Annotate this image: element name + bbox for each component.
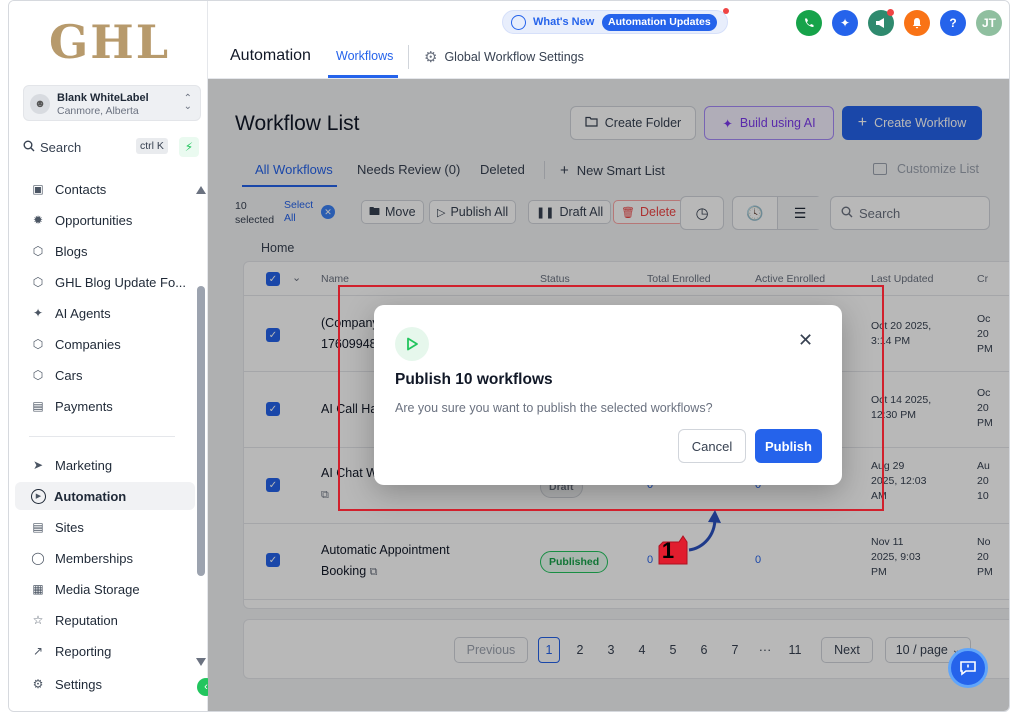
sidebar-item-label: Companies <box>55 336 121 352</box>
annotation-arrow-head <box>708 510 721 523</box>
megaphone-icon[interactable] <box>868 9 894 36</box>
contacts-icon: ▣ <box>32 182 44 196</box>
sidebar-scrollbar[interactable] <box>196 186 206 666</box>
help-icon[interactable]: ? <box>940 10 966 36</box>
topbar: What's New Automation Updates ✦ ? JT Aut… <box>208 1 1009 79</box>
account-switcher[interactable]: ☻ Blank WhiteLabel Canmore, Alberta ⌃ ⌄ <box>23 85 201 121</box>
send-icon: ➤ <box>32 458 44 472</box>
gear-icon: ⚙ <box>424 49 438 66</box>
chat-support-icon[interactable] <box>948 648 988 688</box>
sidebar-item-label: Media Storage <box>55 581 140 597</box>
account-name: Blank WhiteLabel <box>57 92 149 104</box>
sidebar-item-label: Marketing <box>55 457 113 473</box>
tab-workflows-underline <box>328 75 398 78</box>
sidebar-item-label: GHL Blog Update Fo... <box>55 274 187 290</box>
sidebar-item-label: AI Agents <box>55 305 111 321</box>
sidebar: GHL ☻ Blank WhiteLabel Canmore, Alberta … <box>9 1 215 711</box>
cube-icon: ⬡ <box>32 368 44 382</box>
tab-global-settings-label: Global Workflow Settings <box>444 50 584 64</box>
sparkle-icon: ✦ <box>32 306 44 320</box>
sidebar-search[interactable]: Search ctrl K <box>23 135 173 159</box>
annotation-highlight-box <box>338 285 884 511</box>
sidebar-item-ghl-blog-update-fo[interactable]: ⬡ GHL Blog Update Fo... <box>15 268 195 296</box>
whats-new-label: What's New <box>533 16 595 28</box>
sidebar-item-label: Automation <box>54 488 127 504</box>
tab-global-workflow-settings[interactable]: ⚙ Global Workflow Settings <box>424 48 584 66</box>
quick-action-bolt-icon[interactable]: ⚡ <box>179 137 199 157</box>
sites-icon: ▤ <box>32 520 44 534</box>
phone-icon[interactable] <box>796 10 822 36</box>
sidebar-item-ai-agents[interactable]: ✦ AI Agents <box>15 299 195 327</box>
trend-icon: ↗ <box>32 644 44 658</box>
search-icon <box>23 140 35 155</box>
megaphone-dot <box>887 9 894 16</box>
gear-icon: ⚙ <box>32 677 44 691</box>
account-location: Canmore, Alberta <box>57 105 139 117</box>
sidebar-item-settings[interactable]: ⚙ Settings <box>15 670 195 698</box>
automation-updates-badge[interactable]: Automation Updates <box>602 14 717 31</box>
star-icon: ☆ <box>32 613 44 627</box>
sidebar-item-label: Memberships <box>55 550 134 566</box>
award-icon: ◯ <box>31 551 45 565</box>
brand-logo: GHL <box>49 15 171 69</box>
sidebar-item-label: Settings <box>55 676 102 692</box>
payments-icon: ▤ <box>32 399 44 413</box>
sidebar-item-label: Contacts <box>55 181 107 197</box>
cube-icon: ⬡ <box>32 244 44 258</box>
magic-wand-icon[interactable]: ✦ <box>832 10 858 36</box>
sidebar-item-contacts[interactable]: ▣ Contacts <box>15 175 195 203</box>
sidebar-item-memberships[interactable]: ◯ Memberships <box>15 544 195 572</box>
sidebar-item-payments[interactable]: ▤ Payments <box>15 392 195 420</box>
cube-icon: ⬡ <box>32 275 44 289</box>
user-avatar[interactable]: JT <box>976 10 1002 36</box>
scroll-down-arrow-icon[interactable] <box>196 658 206 666</box>
sidebar-item-label: Sites <box>55 519 84 535</box>
scroll-up-arrow-icon[interactable] <box>196 186 206 194</box>
sidebar-item-companies[interactable]: ⬡ Companies <box>15 330 195 358</box>
account-avatar-icon: ☻ <box>30 94 50 114</box>
sidebar-item-automation[interactable]: ▶ Automation <box>15 482 195 510</box>
scroll-thumb[interactable] <box>197 286 205 576</box>
sidebar-item-media-storage[interactable]: ▦ Media Storage <box>15 575 195 603</box>
search-shortcut: ctrl K <box>136 138 168 154</box>
image-icon: ▦ <box>32 582 44 596</box>
sidebar-item-opportunities[interactable]: ✹ Opportunities <box>15 206 195 234</box>
sidebar-item-reputation[interactable]: ☆ Reputation <box>15 606 195 634</box>
notification-dot <box>723 8 729 14</box>
sidebar-item-label: Opportunities <box>55 212 133 228</box>
bell-icon[interactable] <box>904 10 930 36</box>
sidebar-item-blogs[interactable]: ⬡ Blogs <box>15 237 195 265</box>
sidebar-item-label: Reporting <box>55 643 112 659</box>
annotation-step-number: 1 <box>661 538 675 563</box>
whats-new-pill[interactable]: What's New Automation Updates <box>502 8 729 34</box>
tab-separator <box>408 45 409 69</box>
tab-workflows[interactable]: Workflows <box>336 49 393 63</box>
sidebar-search-label: Search <box>40 139 82 155</box>
cube-icon: ⬡ <box>32 337 44 351</box>
sidebar-item-marketing[interactable]: ➤ Marketing <box>15 451 195 479</box>
whats-new-icon <box>511 15 526 30</box>
sidebar-item-label: Payments <box>55 398 113 414</box>
opportunities-icon: ✹ <box>32 213 44 227</box>
sidebar-divider <box>29 436 175 437</box>
sidebar-item-label: Reputation <box>55 612 118 628</box>
play-circle-icon: ▶ <box>31 488 46 504</box>
sidebar-item-label: Blogs <box>55 243 88 259</box>
sidebar-item-reporting[interactable]: ↗ Reporting <box>15 637 195 665</box>
page-section-title: Automation <box>230 47 311 64</box>
sidebar-item-cars[interactable]: ⬡ Cars <box>15 361 195 389</box>
sidebar-item-sites[interactable]: ▤ Sites <box>15 513 195 541</box>
annotation-arrow <box>688 517 717 552</box>
chevron-updown-icon: ⌃ ⌄ <box>183 93 192 112</box>
sidebar-item-label: Cars <box>55 367 83 383</box>
